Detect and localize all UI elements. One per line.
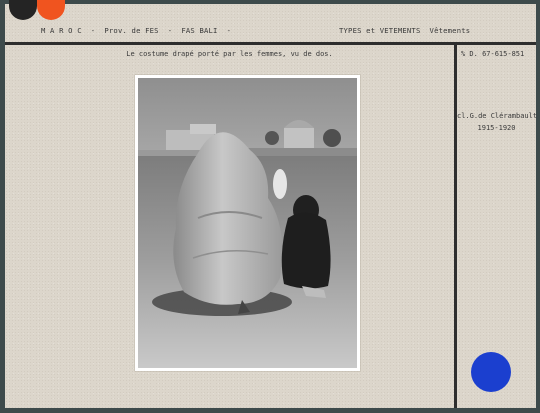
mounted-photograph	[135, 75, 360, 371]
credit-author: cl.G.de Clérambault	[457, 112, 538, 120]
photo-caption: Le costume drapé porté par les femmes, v…	[126, 50, 333, 58]
archive-card: M A R O C - Prov. de FES - FAS BALI - TY…	[5, 0, 538, 408]
blue-stamp	[471, 352, 511, 392]
photo-credit: cl.G.de Clérambault 1915-1920	[457, 110, 538, 134]
black-corner-marker	[9, 0, 37, 20]
header-category: TYPES et VETEMENTS Vêtements	[339, 26, 471, 35]
header-place: M A R O C - Prov. de FES - FAS BALI -	[41, 26, 232, 35]
photograph-image	[138, 78, 357, 368]
credit-years: 1915-1920	[477, 124, 516, 132]
reference-number: % D. 67-615-851	[461, 50, 525, 58]
side-divider	[454, 42, 457, 408]
orange-corner-marker	[37, 0, 65, 20]
